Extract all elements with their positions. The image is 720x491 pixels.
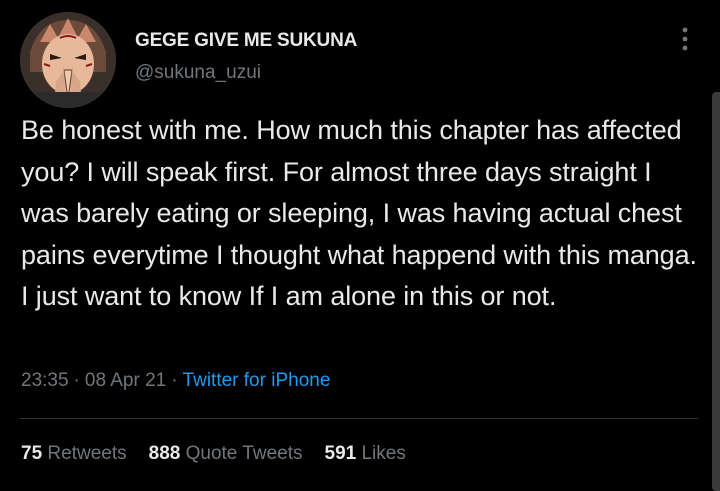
tweet-time[interactable]: 23:35 xyxy=(21,370,69,391)
tweet-source-link[interactable]: Twitter for iPhone xyxy=(183,370,331,391)
retweets-stat[interactable]: 75 Retweets xyxy=(21,443,127,465)
anime-character-avatar-icon xyxy=(20,12,116,108)
tweet-metadata: 23:35 · 08 Apr 21 · Twitter for iPhone xyxy=(21,370,330,392)
quote-tweets-label: Quote Tweets xyxy=(185,443,303,464)
tweet-date[interactable]: 08 Apr 21 xyxy=(85,370,166,391)
user-handle[interactable]: @sukuna_uzui xyxy=(135,62,261,84)
display-name[interactable]: GEGE GIVE ME SUKUNA xyxy=(135,30,357,52)
retweets-label: Retweets xyxy=(47,443,127,464)
quote-tweets-count: 888 xyxy=(148,443,181,464)
avatar[interactable] xyxy=(20,12,116,108)
quote-tweets-stat[interactable]: 888 Quote Tweets xyxy=(149,443,303,465)
likes-label: Likes xyxy=(361,443,406,464)
likes-count: 591 xyxy=(324,443,357,464)
engagement-stats: 75 Retweets 888 Quote Tweets 591 Likes xyxy=(21,443,406,465)
tweet-text: Be honest with me. How much this chapter… xyxy=(21,115,697,311)
retweets-count: 75 xyxy=(21,443,43,464)
scrollbar[interactable] xyxy=(712,92,720,491)
tweet-detail: GEGE GIVE ME SUKUNA @sukuna_uzui Be hone… xyxy=(0,0,720,491)
divider xyxy=(20,418,698,419)
meta-separator: · xyxy=(171,370,178,391)
likes-stat[interactable]: 591 Likes xyxy=(325,443,406,465)
meta-separator: · xyxy=(73,370,80,391)
more-options-icon[interactable] xyxy=(670,22,700,56)
